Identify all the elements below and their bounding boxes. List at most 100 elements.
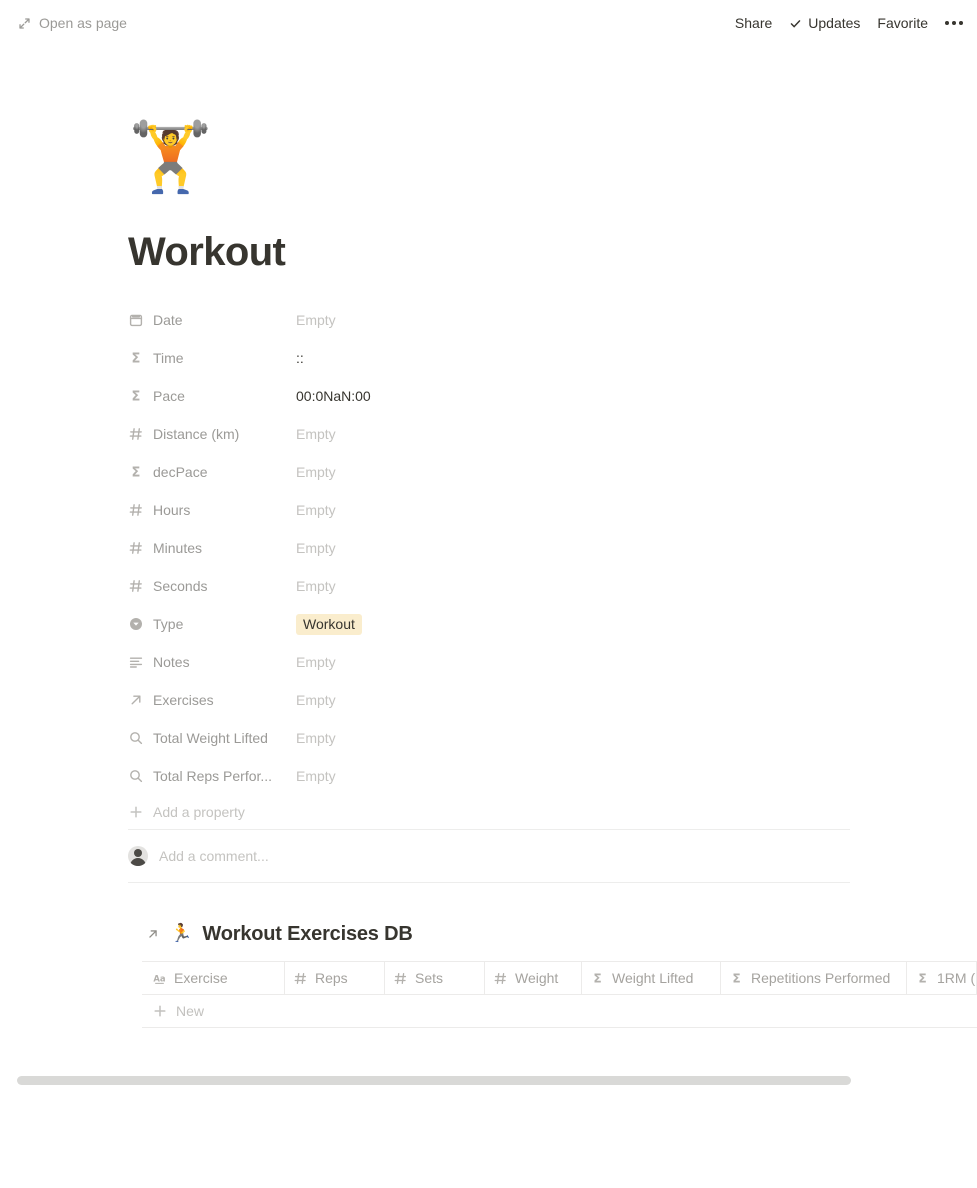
formula-icon: Σ — [128, 350, 144, 366]
text-icon — [128, 654, 144, 670]
rollup-icon — [128, 730, 144, 746]
database-title-row: 🏃 Workout Exercises DB — [146, 919, 977, 949]
property-row: Type Workout — [128, 605, 850, 643]
property-value[interactable]: Empty — [296, 540, 850, 556]
updates-label: Updates — [808, 15, 861, 31]
property-value[interactable]: Empty — [296, 730, 850, 746]
page-emoji[interactable]: 🏋️ — [128, 124, 977, 206]
page-title[interactable]: Workout — [128, 230, 977, 274]
property-label: Seconds — [153, 578, 208, 594]
property-value[interactable]: Empty — [296, 692, 850, 708]
database-emoji: 🏃 — [170, 923, 193, 944]
property-name-type[interactable]: Type — [128, 616, 296, 632]
favorite-button[interactable]: Favorite — [877, 15, 928, 31]
table-column-header[interactable]: Σ Repetitions Performed — [721, 962, 907, 994]
property-label: Total Weight Lifted — [153, 730, 268, 746]
calendar-icon — [128, 312, 144, 328]
database-title[interactable]: Workout Exercises DB — [202, 923, 412, 946]
add-property-label: Add a property — [153, 804, 245, 820]
property-row: Distance (km) Empty — [128, 415, 850, 453]
property-value[interactable]: Workout — [296, 613, 850, 635]
page-content: 🏋️ Workout Date Empty Σ Time:: Σ Pace 00:0NaN:… — [0, 46, 977, 1028]
table-column-header[interactable]: Sets — [385, 962, 485, 994]
property-value[interactable]: Empty — [296, 312, 850, 328]
open-database-icon[interactable] — [146, 927, 160, 941]
property-label: Total Reps Perfor... — [153, 768, 273, 784]
property-name-decpace[interactable]: ΣdecPace — [128, 464, 296, 480]
property-name-distance-km[interactable]: Distance (km) — [128, 426, 296, 442]
plus-icon — [152, 1003, 168, 1019]
property-name-time[interactable]: Σ Time — [128, 350, 296, 366]
svg-text:Σ: Σ — [593, 971, 601, 985]
property-label: Date — [153, 312, 183, 328]
select-icon — [128, 616, 144, 632]
add-property-button[interactable]: Add a property — [128, 795, 850, 829]
number-icon — [493, 971, 508, 986]
comment-divider — [128, 882, 850, 883]
table-column-label: Weight Lifted — [612, 970, 694, 986]
property-row: Hours Empty — [128, 491, 850, 529]
table-column-header[interactable]: Weight — [485, 962, 582, 994]
formula-icon: Σ — [128, 464, 144, 480]
rollup-icon — [128, 768, 144, 784]
new-row-label: New — [176, 1003, 205, 1019]
property-row: Σ Pace 00:0NaN:00 — [128, 377, 850, 415]
svg-text:Σ: Σ — [132, 465, 141, 480]
table-column-header[interactable]: Aa Exercise — [142, 962, 285, 994]
table-column-header[interactable]: Σ 1RM ( — [907, 962, 977, 994]
formula-icon: Σ — [729, 971, 744, 986]
table-column-label: Repetitions Performed — [751, 970, 891, 986]
database-table: Aa Exercise Reps Sets Weight Σ Weight Lifted Σ R… — [142, 961, 977, 1028]
table-column-label: 1RM ( — [937, 970, 976, 986]
property-row: Σ Time:: — [128, 339, 850, 377]
property-value[interactable]: Empty — [296, 654, 850, 670]
property-value[interactable]: Empty — [296, 502, 850, 518]
property-label: Time — [153, 350, 184, 366]
property-name-seconds[interactable]: Seconds — [128, 578, 296, 594]
property-name-minutes[interactable]: Minutes — [128, 540, 296, 556]
property-label: Notes — [153, 654, 190, 670]
property-name-total-reps-perfor[interactable]: Total Reps Perfor... — [128, 768, 296, 784]
add-comment-row[interactable]: Add a comment... — [128, 830, 850, 882]
property-row: Exercises Empty — [128, 681, 850, 719]
property-value[interactable]: Empty — [296, 426, 850, 442]
formula-icon: Σ — [128, 388, 144, 404]
share-button[interactable]: Share — [735, 15, 772, 31]
property-name-notes[interactable]: Notes — [128, 654, 296, 670]
table-column-header[interactable]: Σ Weight Lifted — [582, 962, 721, 994]
property-name-total-weight-lifted[interactable]: Total Weight Lifted — [128, 730, 296, 746]
horizontal-scrollbar-track[interactable] — [0, 1073, 977, 1087]
top-toolbar: Open as page Share Updates Favorite — [0, 0, 977, 46]
avatar — [128, 846, 148, 866]
property-row: ΣdecPace Empty — [128, 453, 850, 491]
property-name-pace[interactable]: Σ Pace — [128, 388, 296, 404]
property-label: Hours — [153, 502, 191, 518]
updates-button[interactable]: Updates — [789, 15, 860, 31]
relation-icon — [128, 692, 144, 708]
property-value[interactable]: Empty — [296, 464, 850, 480]
formula-icon: Σ — [915, 971, 930, 986]
table-header-row: Aa Exercise Reps Sets Weight Σ Weight Lifted Σ R… — [142, 962, 977, 995]
horizontal-scrollbar-thumb[interactable] — [17, 1076, 851, 1085]
open-as-page-button[interactable]: Open as page — [18, 15, 127, 31]
more-options-icon[interactable] — [945, 19, 963, 27]
property-value[interactable]: Empty — [296, 578, 850, 594]
property-value[interactable]: :: — [296, 350, 850, 366]
formula-icon: Σ — [590, 971, 605, 986]
expand-icon — [18, 17, 31, 30]
property-name-hours[interactable]: Hours — [128, 502, 296, 518]
new-row-button[interactable]: New — [142, 995, 977, 1028]
property-label: Exercises — [153, 692, 214, 708]
open-as-page-label: Open as page — [39, 15, 127, 31]
number-icon — [128, 540, 144, 556]
property-name-date[interactable]: Date — [128, 312, 296, 328]
property-name-exercises[interactable]: Exercises — [128, 692, 296, 708]
plus-icon — [128, 804, 144, 820]
table-column-header[interactable]: Reps — [285, 962, 385, 994]
property-value[interactable]: 00:0NaN:00 — [296, 388, 850, 404]
add-comment-input[interactable]: Add a comment... — [159, 848, 269, 864]
property-label: Type — [153, 616, 184, 632]
property-row: Minutes Empty — [128, 529, 850, 567]
check-icon — [789, 17, 802, 30]
property-value[interactable]: Empty — [296, 768, 850, 784]
